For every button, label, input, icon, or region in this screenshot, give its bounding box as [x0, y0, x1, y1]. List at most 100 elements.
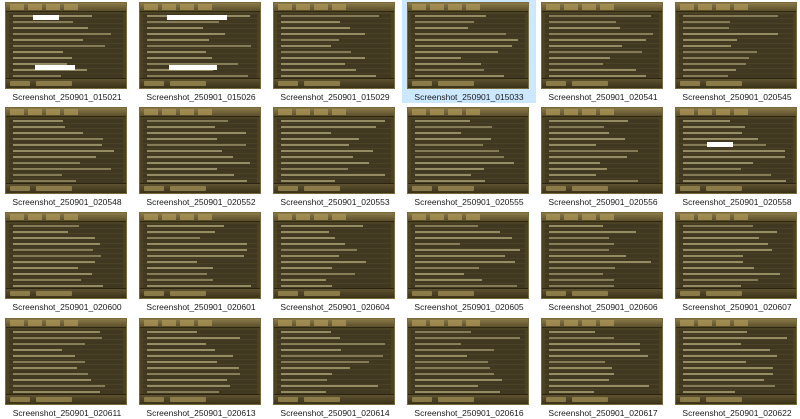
file-tile[interactable]: Screenshot_250901_020607: [670, 210, 800, 313]
chat-input-bar: [542, 288, 662, 298]
chat-tab: [448, 320, 462, 326]
chat-line: [683, 267, 754, 269]
chat-line: [281, 361, 369, 363]
chat-log: [679, 13, 793, 78]
file-tile[interactable]: Screenshot_250901_015033: [402, 0, 536, 103]
chat-line: [147, 33, 225, 35]
chat-line: [281, 180, 335, 182]
chat-line: [147, 385, 230, 387]
chat-line: [147, 174, 234, 176]
file-tile[interactable]: Screenshot_250901_020617: [536, 316, 670, 419]
chat-channel-button: [36, 81, 72, 86]
chat-line: [549, 355, 648, 357]
file-name[interactable]: Screenshot_250901_020611: [0, 408, 134, 418]
chat-line: [281, 57, 365, 59]
file-name[interactable]: Screenshot_250901_020556: [536, 197, 670, 207]
screenshot-thumbnail: [139, 212, 261, 299]
chat-window-tabs: [676, 108, 796, 117]
file-name[interactable]: Screenshot_250901_015029: [268, 92, 402, 102]
file-name[interactable]: Screenshot_250901_020613: [134, 408, 268, 418]
file-tile[interactable]: Screenshot_250901_020552: [134, 105, 268, 208]
file-tile[interactable]: Screenshot_250901_020541: [536, 0, 670, 103]
file-name[interactable]: Screenshot_250901_020545: [670, 92, 800, 102]
file-tile[interactable]: Screenshot_250901_020614: [268, 316, 402, 419]
file-tile[interactable]: Screenshot_250901_020601: [134, 210, 268, 313]
chat-line: [281, 168, 348, 170]
chat-line: [281, 355, 383, 357]
file-tile[interactable]: Screenshot_250901_020616: [402, 316, 536, 419]
file-name[interactable]: Screenshot_250901_015021: [0, 92, 134, 102]
file-name[interactable]: Screenshot_250901_020558: [670, 197, 800, 207]
chat-tab: [582, 320, 596, 326]
chat-line: [549, 273, 603, 275]
file-tile[interactable]: Screenshot_250901_020606: [536, 210, 670, 313]
file-tile[interactable]: Screenshot_250901_020605: [402, 210, 536, 313]
chat-input-bar: [274, 183, 394, 193]
file-name[interactable]: Screenshot_250901_020600: [0, 302, 134, 312]
chat-tab: [582, 214, 596, 220]
chat-tab: [412, 320, 426, 326]
file-name[interactable]: Screenshot_250901_020548: [0, 197, 134, 207]
file-tile[interactable]: Screenshot_250901_020622: [670, 316, 800, 419]
file-tile[interactable]: Screenshot_250901_015026: [134, 0, 268, 103]
chat-line: [147, 373, 240, 375]
file-tile[interactable]: Screenshot_250901_020600: [0, 210, 134, 313]
file-tile[interactable]: Screenshot_250901_020558: [670, 105, 800, 208]
file-tile[interactable]: Screenshot_250901_020604: [268, 210, 402, 313]
chat-window-tabs: [676, 3, 796, 12]
file-name[interactable]: Screenshot_250901_015026: [134, 92, 268, 102]
chat-tab: [734, 214, 748, 220]
file-name[interactable]: Screenshot_250901_020604: [268, 302, 402, 312]
file-tile[interactable]: Screenshot_250901_020556: [536, 105, 670, 208]
file-name[interactable]: Screenshot_250901_020555: [402, 197, 536, 207]
chat-line: [281, 267, 332, 269]
chat-tab: [28, 4, 42, 10]
file-tile[interactable]: Screenshot_250901_020545: [670, 0, 800, 103]
file-tile[interactable]: Screenshot_250901_020548: [0, 105, 134, 208]
chat-line: [147, 273, 207, 275]
chat-line: [683, 150, 785, 152]
chat-window-tabs: [274, 213, 394, 222]
chat-channel-button: [706, 186, 742, 191]
screenshot-thumbnail: [541, 212, 663, 299]
chat-tab: [600, 214, 614, 220]
chat-line: [147, 180, 247, 182]
file-name[interactable]: Screenshot_250901_020617: [536, 408, 670, 418]
chat-line: [683, 63, 746, 65]
chat-line: [281, 150, 373, 152]
chat-tab: [278, 109, 292, 115]
file-name[interactable]: Screenshot_250901_020607: [670, 302, 800, 312]
file-tile[interactable]: Screenshot_250901_015029: [268, 0, 402, 103]
chat-input-bar: [274, 78, 394, 88]
file-name[interactable]: Screenshot_250901_020616: [402, 408, 536, 418]
chat-line: [147, 243, 247, 245]
file-name[interactable]: Screenshot_250901_020622: [670, 408, 800, 418]
chat-window-tabs: [542, 213, 662, 222]
file-name[interactable]: Screenshot_250901_020601: [134, 302, 268, 312]
file-tile[interactable]: Screenshot_250901_020611: [0, 316, 134, 419]
file-tile[interactable]: Screenshot_250901_020553: [268, 105, 402, 208]
chat-line: [683, 51, 757, 53]
chat-tab: [430, 4, 444, 10]
chat-window-tabs: [140, 3, 260, 12]
file-tile[interactable]: Screenshot_250901_015021: [0, 0, 134, 103]
chat-line: [415, 174, 471, 176]
file-name[interactable]: Screenshot_250901_015033: [402, 92, 536, 102]
file-name[interactable]: Screenshot_250901_020614: [268, 408, 402, 418]
chat-channel-button: [412, 397, 432, 402]
chat-line: [415, 15, 486, 17]
chat-tab: [278, 320, 292, 326]
file-name[interactable]: Screenshot_250901_020552: [134, 197, 268, 207]
file-name[interactable]: Screenshot_250901_020605: [402, 302, 536, 312]
file-tile[interactable]: Screenshot_250901_020613: [134, 316, 268, 419]
chat-channel-button: [546, 81, 566, 86]
file-tile[interactable]: Screenshot_250901_020555: [402, 105, 536, 208]
chat-line: [415, 267, 479, 269]
chat-log: [143, 13, 257, 78]
chat-tab: [64, 4, 78, 10]
file-name[interactable]: Screenshot_250901_020606: [536, 302, 670, 312]
file-name[interactable]: Screenshot_250901_020541: [536, 92, 670, 102]
screenshot-thumbnail: [407, 107, 529, 194]
chat-line: [415, 138, 491, 140]
file-name[interactable]: Screenshot_250901_020553: [268, 197, 402, 207]
